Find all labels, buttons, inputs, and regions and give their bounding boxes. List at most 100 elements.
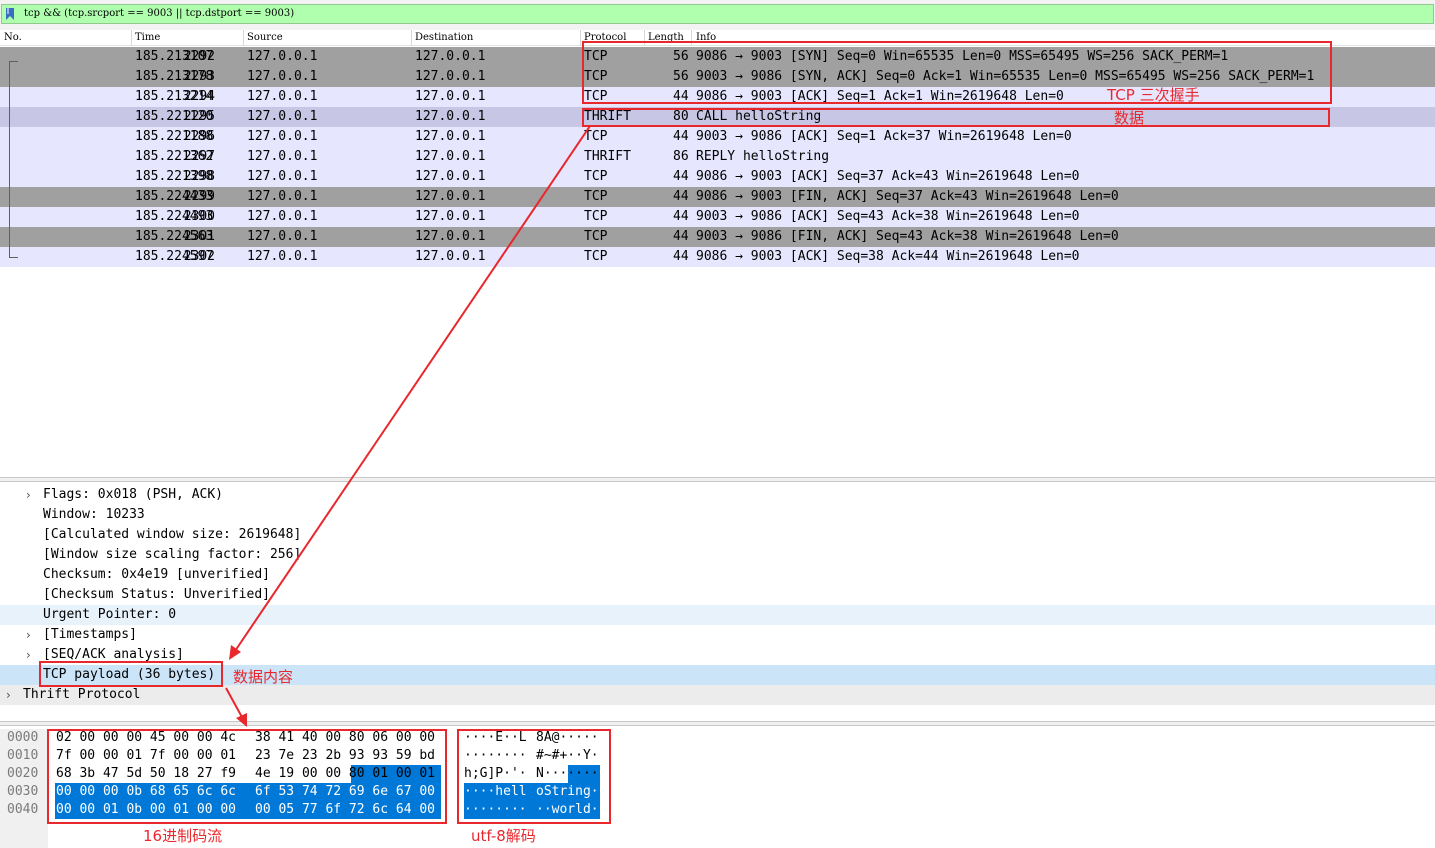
detail-text: Checksum: 0x4e19 [unverified]: [43, 567, 270, 582]
display-filter-text: tcp && (tcp.srcport == 9003 || tcp.dstpo…: [24, 8, 295, 19]
pane-splitter-top[interactable]: [0, 477, 1435, 482]
detail-row-flags[interactable]: › Flags: 0x018 (PSH, ACK): [0, 485, 1435, 505]
packet-time: 185.213107: [135, 49, 214, 64]
packet-protocol: TCP: [584, 209, 608, 224]
packet-length: 44: [673, 229, 689, 244]
detail-row-checksum[interactable]: Checksum: 0x4e19 [unverified]: [0, 565, 1435, 585]
display-filter-toolbar: tcp && (tcp.srcport == 9003 || tcp.dstpo…: [0, 0, 1435, 30]
byte-offsets: 0000 0010 0020 0030 0040: [0, 729, 48, 848]
annotation-box-hex: [47, 729, 447, 824]
packet-time: 185.224433: [135, 189, 214, 204]
packet-info: 9003 → 9086 [FIN, ACK] Seq=43 Ack=38 Win…: [696, 229, 1119, 244]
packet-destination: 127.0.0.1: [415, 129, 486, 144]
packet-row[interactable]: 2302 185.224597 127.0.0.1 127.0.0.1 TCP …: [0, 247, 1435, 267]
packet-length: 44: [673, 209, 689, 224]
packet-source: 127.0.0.1: [247, 169, 318, 184]
chevron-right-icon[interactable]: ›: [26, 485, 31, 505]
packet-info: REPLY helloString: [696, 149, 830, 164]
packet-source: 127.0.0.1: [247, 89, 318, 104]
detail-text: [Window size scaling factor: 256]: [43, 547, 302, 562]
byte-offset: 0010: [7, 748, 39, 763]
packet-source: 127.0.0.1: [247, 69, 318, 84]
packet-protocol: TCP: [584, 189, 608, 204]
packet-protocol: TCP: [584, 129, 608, 144]
packet-destination: 127.0.0.1: [415, 49, 486, 64]
packet-row[interactable]: 2300 185.224493 127.0.0.1 127.0.0.1 TCP …: [0, 207, 1435, 227]
packet-time: 185.221362: [135, 149, 214, 164]
byte-offset: 0020: [7, 766, 39, 781]
packet-length: 86: [673, 149, 689, 164]
packet-info: 9003 → 9086 [ACK] Seq=43 Ack=38 Win=2619…: [696, 209, 1080, 224]
packet-destination: 127.0.0.1: [415, 69, 486, 84]
conversation-bracket-end: [9, 257, 18, 258]
column-no[interactable]: No.: [4, 32, 22, 44]
packet-time: 185.224563: [135, 229, 214, 244]
detail-text: [Timestamps]: [43, 627, 137, 642]
packet-time: 185.224597: [135, 249, 214, 264]
chevron-right-icon[interactable]: ›: [6, 685, 11, 705]
packet-destination: 127.0.0.1: [415, 169, 486, 184]
detail-row-calc-window[interactable]: [Calculated window size: 2619648]: [0, 525, 1435, 545]
packet-source: 127.0.0.1: [247, 149, 318, 164]
packet-time: 185.221120: [135, 109, 214, 124]
detail-row-urgent[interactable]: Urgent Pointer: 0: [0, 605, 1435, 625]
packet-time: 185.221188: [135, 129, 214, 144]
packet-source: 127.0.0.1: [247, 209, 318, 224]
packet-row[interactable]: 2299 185.224433 127.0.0.1 127.0.0.1 TCP …: [0, 187, 1435, 207]
detail-row-window[interactable]: Window: 10233: [0, 505, 1435, 525]
chevron-right-icon[interactable]: ›: [26, 645, 31, 665]
packet-row[interactable]: 2301 185.224563 127.0.0.1 127.0.0.1 TCP …: [0, 227, 1435, 247]
detail-row-timestamps[interactable]: › [Timestamps]: [0, 625, 1435, 645]
annotation-box-utf8: [457, 729, 611, 824]
packet-destination: 127.0.0.1: [415, 249, 486, 264]
detail-text: [Checksum Status: Unverified]: [43, 587, 270, 602]
column-time[interactable]: Time: [135, 32, 160, 44]
packet-info: 9086 → 9003 [ACK] Seq=37 Ack=43 Win=2619…: [696, 169, 1080, 184]
packet-row[interactable]: 2297 185.221362 127.0.0.1 127.0.0.1 THRI…: [0, 147, 1435, 167]
byte-offset: 0030: [7, 784, 39, 799]
annotation-payload-label: 数据内容: [233, 668, 294, 686]
packet-destination: 127.0.0.1: [415, 149, 486, 164]
packet-info: 9003 → 9086 [ACK] Seq=1 Ack=37 Win=26196…: [696, 129, 1072, 144]
conversation-bracket-start: [9, 61, 18, 62]
packet-protocol: TCP: [584, 249, 608, 264]
packet-protocol: TCP: [584, 229, 608, 244]
detail-row-thrift[interactable]: › Thrift Protocol: [0, 685, 1435, 705]
packet-time: 185.224493: [135, 209, 214, 224]
detail-row-scaling[interactable]: [Window size scaling factor: 256]: [0, 545, 1435, 565]
column-destination[interactable]: Destination: [415, 32, 473, 44]
packet-source: 127.0.0.1: [247, 249, 318, 264]
detail-text: Thrift Protocol: [23, 687, 141, 702]
annotation-data-label: 数据: [1114, 109, 1145, 127]
bookmark-icon[interactable]: [5, 8, 15, 20]
detail-text: Flags: 0x018 (PSH, ACK): [43, 487, 224, 502]
column-source[interactable]: Source: [247, 32, 283, 44]
detail-text: [Calculated window size: 2619648]: [43, 527, 302, 542]
annotation-box-handshake: [582, 41, 1332, 104]
annotation-utf8-label: utf-8解码: [471, 827, 536, 845]
chevron-right-icon[interactable]: ›: [26, 625, 31, 645]
packet-info: 9086 → 9003 [FIN, ACK] Seq=37 Ack=43 Win…: [696, 189, 1119, 204]
pane-splitter-bottom[interactable]: [0, 721, 1435, 726]
packet-row[interactable]: 2296 185.221188 127.0.0.1 127.0.0.1 TCP …: [0, 127, 1435, 147]
packet-length: 44: [673, 189, 689, 204]
packet-source: 127.0.0.1: [247, 49, 318, 64]
packet-row[interactable]: 2298 185.221398 127.0.0.1 127.0.0.1 TCP …: [0, 167, 1435, 187]
annotation-box-data: [582, 108, 1330, 127]
detail-text: Window: 10233: [43, 507, 145, 522]
packet-time: 185.213178: [135, 69, 214, 84]
detail-row-checksum-status[interactable]: [Checksum Status: Unverified]: [0, 585, 1435, 605]
annotation-box-payload: [39, 661, 223, 687]
packet-destination: 127.0.0.1: [415, 229, 486, 244]
byte-offset: 0040: [7, 802, 39, 817]
packet-source: 127.0.0.1: [247, 189, 318, 204]
packet-source: 127.0.0.1: [247, 129, 318, 144]
packet-length: 44: [673, 249, 689, 264]
packet-time: 185.213214: [135, 89, 214, 104]
display-filter-input[interactable]: tcp && (tcp.srcport == 9003 || tcp.dstpo…: [1, 4, 1434, 24]
packet-source: 127.0.0.1: [247, 229, 318, 244]
packet-destination: 127.0.0.1: [415, 89, 486, 104]
byte-offset: 0000: [7, 730, 39, 745]
packet-destination: 127.0.0.1: [415, 189, 486, 204]
packet-length: 44: [673, 129, 689, 144]
